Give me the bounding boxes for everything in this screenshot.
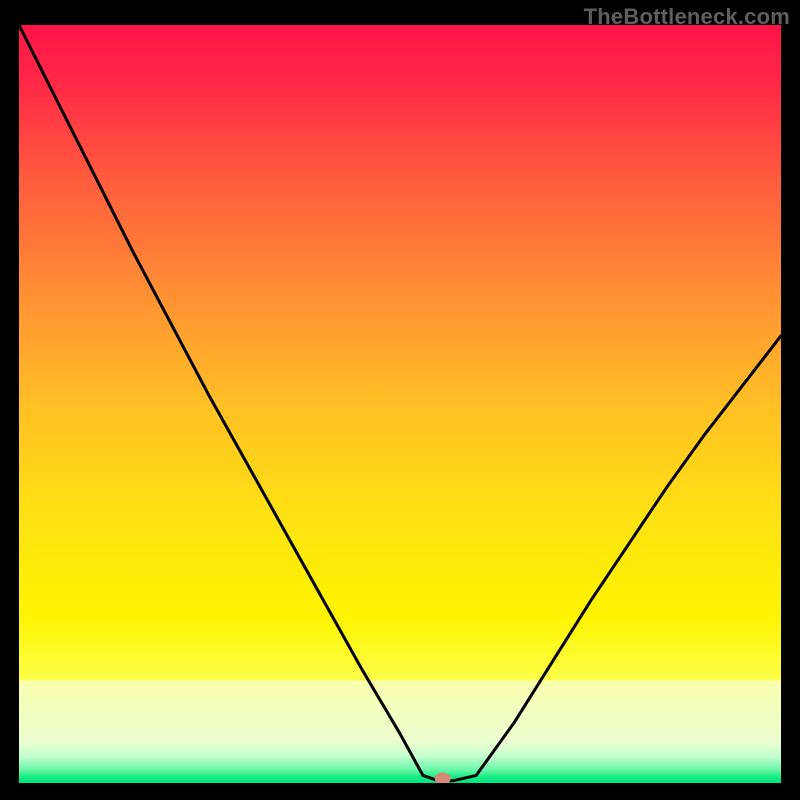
chart-frame: TheBottleneck.com — [0, 0, 800, 800]
chart-svg — [19, 25, 781, 783]
watermark-text: TheBottleneck.com — [584, 4, 790, 30]
gradient-background — [19, 25, 781, 783]
plot-area — [19, 25, 781, 783]
